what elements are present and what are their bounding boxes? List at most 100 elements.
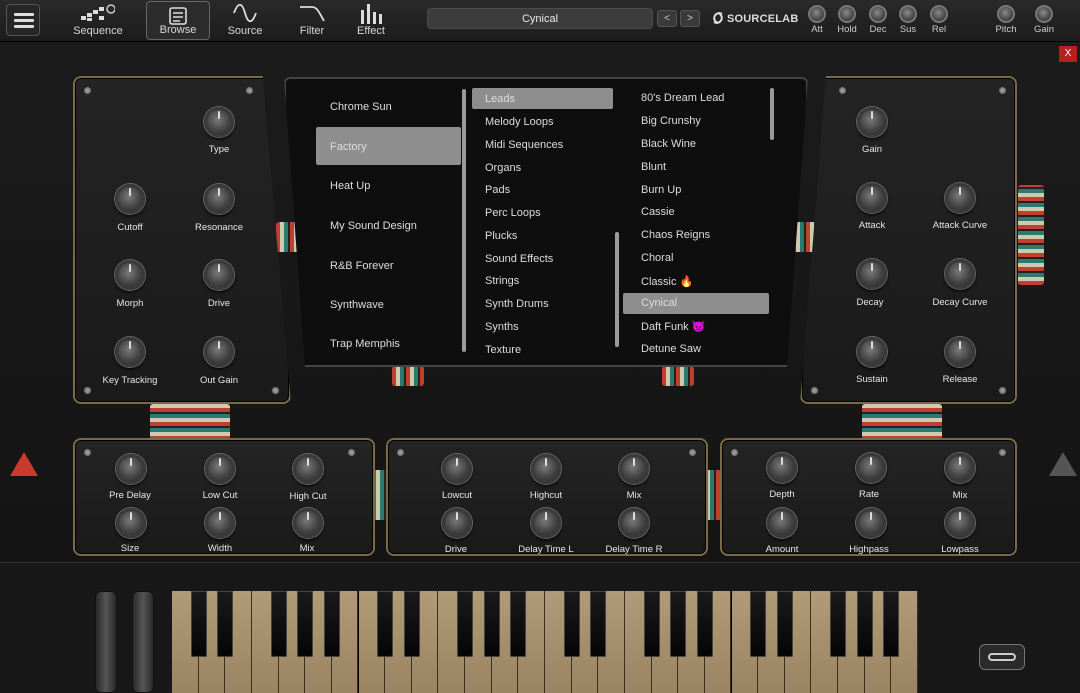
category-item[interactable]: Sound Effects xyxy=(485,253,553,265)
type-knob[interactable] xyxy=(204,107,234,137)
banks-scrollbar[interactable] xyxy=(462,89,466,352)
delay-mix-knob[interactable] xyxy=(619,454,649,484)
black-key[interactable] xyxy=(297,591,314,657)
chorus-mix-knob[interactable] xyxy=(945,453,975,483)
pitch-wheel[interactable] xyxy=(95,591,117,693)
black-key[interactable] xyxy=(483,591,500,657)
sus-knob[interactable] xyxy=(899,5,917,23)
nav-filter[interactable]: Filter xyxy=(280,0,344,40)
preset-item[interactable]: Burn Up xyxy=(641,184,681,196)
preset-item[interactable]: Classic 🔥 xyxy=(641,275,693,288)
preset-item[interactable]: Cynical xyxy=(641,297,677,309)
pre-delay-knob[interactable] xyxy=(116,454,146,484)
categories-scrollbar[interactable] xyxy=(615,232,619,347)
key-tracking-knob[interactable] xyxy=(115,337,145,367)
black-key[interactable] xyxy=(270,591,287,657)
category-item[interactable]: Synths xyxy=(485,321,519,333)
piano-keyboard[interactable] xyxy=(172,591,918,693)
cutoff-knob[interactable] xyxy=(115,184,145,214)
highcut-knob[interactable] xyxy=(531,454,561,484)
preset-item[interactable]: Big Crunshy xyxy=(641,115,701,127)
dec-knob[interactable] xyxy=(869,5,887,23)
black-key[interactable] xyxy=(563,591,580,657)
lowpass-knob[interactable] xyxy=(945,508,975,538)
black-key[interactable] xyxy=(403,591,420,657)
black-key[interactable] xyxy=(217,591,234,657)
delay-time-l-knob[interactable] xyxy=(531,508,561,538)
rate-knob[interactable] xyxy=(856,453,886,483)
black-key[interactable] xyxy=(856,591,873,657)
size-knob[interactable] xyxy=(116,508,146,538)
highpass-knob[interactable] xyxy=(856,508,886,538)
black-key[interactable] xyxy=(750,591,767,657)
release-knob[interactable] xyxy=(945,337,975,367)
close-button[interactable]: X xyxy=(1059,46,1077,62)
delay-drive-knob[interactable] xyxy=(442,508,472,538)
preset-item[interactable]: Detune Saw xyxy=(641,343,701,355)
black-key[interactable] xyxy=(457,591,474,657)
bank-item[interactable]: R&B Forever xyxy=(330,260,460,272)
category-item[interactable]: Plucks xyxy=(485,230,517,242)
mod-wheel[interactable] xyxy=(132,591,154,693)
category-item[interactable]: Perc Loops xyxy=(485,207,541,219)
preset-item[interactable]: Daft Funk 😈 xyxy=(641,320,705,333)
category-item[interactable]: Midi Sequences xyxy=(485,139,563,151)
preset-item[interactable]: Black Wine xyxy=(641,138,696,150)
black-key[interactable] xyxy=(670,591,687,657)
black-key[interactable] xyxy=(510,591,527,657)
category-item[interactable]: Strings xyxy=(485,275,519,287)
black-key[interactable] xyxy=(377,591,394,657)
black-key[interactable] xyxy=(190,591,207,657)
category-item[interactable]: Melody Loops xyxy=(485,116,554,128)
hamburger-menu-button[interactable] xyxy=(6,4,40,36)
category-item[interactable]: Texture xyxy=(485,344,521,356)
attack-curve-knob[interactable] xyxy=(945,183,975,213)
hold-knob[interactable] xyxy=(838,5,856,23)
nav-browse[interactable]: Browse xyxy=(146,1,210,40)
category-item[interactable]: Organs xyxy=(485,162,521,174)
drive-knob[interactable] xyxy=(204,260,234,290)
out-gain-knob[interactable] xyxy=(204,337,234,367)
decay-curve-knob[interactable] xyxy=(945,259,975,289)
reverb-mix-knob[interactable] xyxy=(293,508,323,538)
high-cut-knob[interactable] xyxy=(293,454,323,484)
next-preset-button[interactable]: > xyxy=(680,10,700,27)
width-knob[interactable] xyxy=(205,508,235,538)
black-key[interactable] xyxy=(590,591,607,657)
sustain-knob[interactable] xyxy=(857,337,887,367)
bank-item[interactable]: My Sound Design xyxy=(330,220,460,232)
bank-item[interactable]: Trap Memphis xyxy=(330,338,460,350)
attack-knob[interactable] xyxy=(857,183,887,213)
bank-item[interactable]: Chrome Sun xyxy=(330,101,460,113)
bank-item[interactable]: Heat Up xyxy=(330,180,460,192)
att-knob[interactable] xyxy=(808,5,826,23)
black-key[interactable] xyxy=(776,591,793,657)
black-key[interactable] xyxy=(643,591,660,657)
category-item[interactable]: Pads xyxy=(485,184,510,196)
morph-knob[interactable] xyxy=(115,260,145,290)
bank-item[interactable]: Synthwave xyxy=(330,299,460,311)
low-cut-knob[interactable] xyxy=(205,454,235,484)
rel-knob[interactable] xyxy=(930,5,948,23)
preset-item[interactable]: Choral xyxy=(641,252,673,264)
preset-item[interactable]: Chaos Reigns xyxy=(641,229,710,241)
depth-knob[interactable] xyxy=(767,453,797,483)
prev-preset-button[interactable]: < xyxy=(657,10,677,27)
nav-effect[interactable]: Effect xyxy=(339,0,403,40)
resonance-knob[interactable] xyxy=(204,184,234,214)
gain-knob[interactable] xyxy=(857,107,887,137)
delay-time-r-knob[interactable] xyxy=(619,508,649,538)
amount-knob[interactable] xyxy=(767,508,797,538)
decay-knob[interactable] xyxy=(857,259,887,289)
gain-master-knob[interactable] xyxy=(1035,5,1053,23)
black-key[interactable] xyxy=(830,591,847,657)
preset-name-display[interactable]: Cynical xyxy=(427,8,653,29)
presets-scrollbar[interactable] xyxy=(770,88,774,140)
black-key[interactable] xyxy=(323,591,340,657)
nav-source[interactable]: Source xyxy=(213,0,277,40)
bank-item[interactable]: Factory xyxy=(330,141,460,153)
pitch-knob[interactable] xyxy=(997,5,1015,23)
category-item[interactable]: Leads xyxy=(485,93,515,105)
nav-sequence[interactable]: Sequence xyxy=(66,0,130,40)
preset-item[interactable]: Blunt xyxy=(641,161,666,173)
